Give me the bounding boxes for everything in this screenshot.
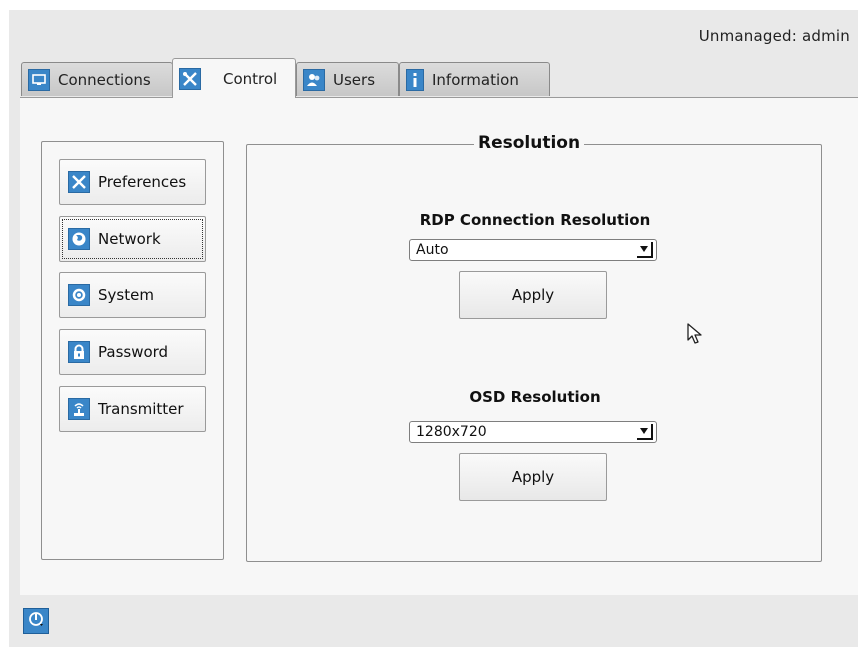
osd-resolution-label: OSD Resolution [469,388,601,406]
rdp-apply-button[interactable]: Apply [459,271,607,319]
sidebar-item-label: System [98,286,154,304]
user-status: Unmanaged: admin [698,27,850,45]
tab-control[interactable]: Control [172,58,296,98]
tab-label: Connections [58,70,151,89]
rdp-resolution-select[interactable]: Auto [409,239,657,261]
tab-label: Control [223,69,278,88]
osd-apply-button[interactable]: Apply [459,453,607,501]
lock-icon [68,341,90,363]
monitor-icon [28,68,50,91]
chevron-down-icon [637,424,653,440]
tab-users[interactable]: Users [296,62,399,96]
tab-connections[interactable]: Connections [21,62,173,96]
chevron-down-icon [637,242,653,258]
sidebar-item-network[interactable]: Network [59,216,206,262]
power-icon [27,610,45,632]
tools-icon [68,171,90,193]
info-icon [406,68,424,91]
sidebar-item-password[interactable]: Password [59,329,206,375]
osd-resolution-select[interactable]: 1280x720 [409,421,657,443]
sidebar-item-preferences[interactable]: Preferences [59,159,206,205]
users-icon [303,68,325,91]
sidebar-item-label: Password [98,343,169,361]
sidebar-item-label: Network [98,230,161,248]
select-value: Auto [416,242,449,258]
rdp-resolution-label: RDP Connection Resolution [419,211,651,229]
sidebar-item-system[interactable]: System [59,272,206,318]
tab-panel: Preferences Network System Password Tran… [20,97,858,595]
globe-icon [68,228,90,250]
tab-label: Information [432,70,519,89]
mouse-pointer-icon [686,322,706,350]
sidebar: Preferences Network System Password Tran… [41,141,224,560]
gear-icon [68,284,90,306]
power-button[interactable] [23,608,49,634]
sidebar-item-label: Preferences [98,173,187,191]
sidebar-item-transmitter[interactable]: Transmitter [59,386,206,432]
sidebar-item-label: Transmitter [98,400,184,418]
tools-icon [179,67,201,90]
resolution-groupbox: Resolution RDP Connection Resolution Aut… [246,133,822,562]
tab-label: Users [333,70,376,89]
section-title: Resolution [474,133,585,153]
transmitter-icon [68,398,90,420]
app-screen: Unmanaged: admin Connections Control Use… [9,10,858,647]
tab-information[interactable]: Information [399,62,550,96]
select-value: 1280x720 [416,424,487,440]
